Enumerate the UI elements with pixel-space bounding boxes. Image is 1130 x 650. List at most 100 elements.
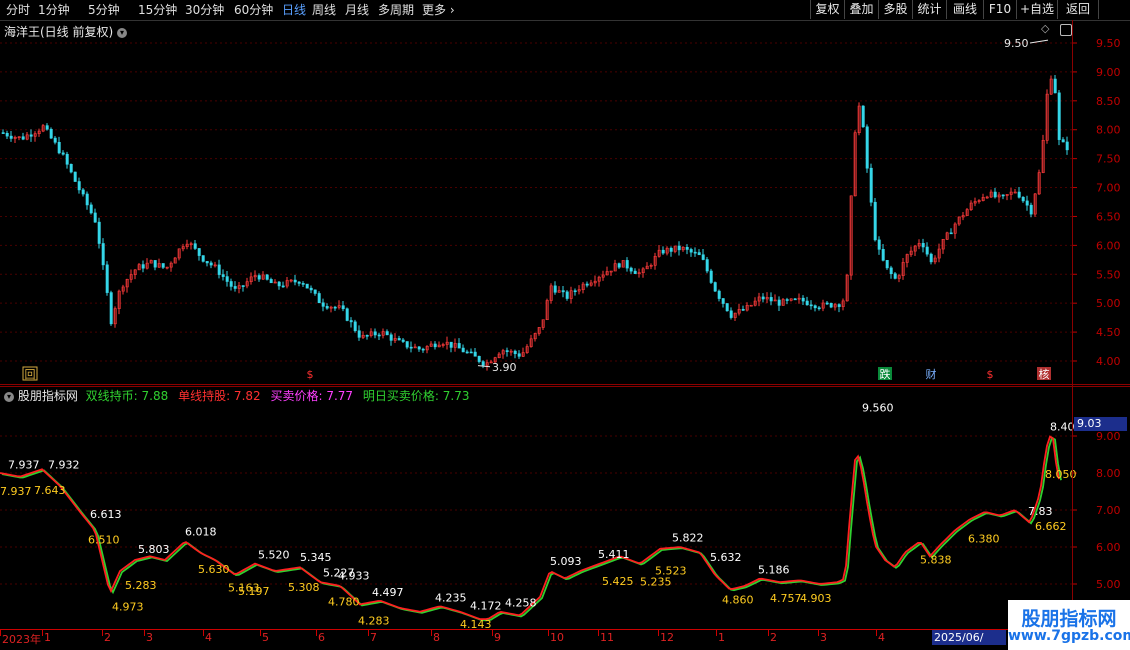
candle-body: [1061, 139, 1065, 143]
indicator-menu-icon[interactable]: ▾: [4, 391, 14, 402]
candle-body: [357, 330, 361, 338]
candle-body: [809, 304, 813, 307]
back-button[interactable]: 返回: [1057, 0, 1098, 19]
signal-label-white: 6.613: [90, 508, 122, 521]
tab-multi-period[interactable]: 多周期: [378, 2, 414, 18]
candle-body: [421, 348, 425, 351]
signal-label-yellow: 4.780: [328, 595, 360, 608]
kline-chart[interactable]: 9.50 9.00 8.50 8.00 7.50 7.00 6.50 6.00 5.50 5.00…: [0, 20, 1130, 650]
panel-divider: [0, 384, 1130, 385]
stats-button[interactable]: 统计: [912, 0, 946, 19]
candle-body: [713, 282, 717, 292]
candle-body: [721, 298, 725, 304]
multi-stock-button[interactable]: 多股: [878, 0, 912, 19]
x-tick-label: 9: [494, 631, 501, 644]
x-tick-label: 12: [660, 631, 674, 644]
candle-body: [225, 276, 229, 282]
peak-label: 9.560: [862, 401, 894, 414]
candle-body: [1053, 78, 1057, 94]
x-tick: [716, 630, 717, 636]
candle-body: [1065, 141, 1069, 151]
signal-label-yellow: 6.510: [88, 534, 120, 547]
low-price-label: 3.90: [492, 361, 517, 374]
dropdown-circle-icon[interactable]: ▾: [117, 27, 128, 38]
candle-body: [689, 249, 693, 253]
indicator-header: ▾ 股朋指标网 双线持币: 7.88 单线持股: 7.82 买卖价格: 7.77…: [4, 387, 469, 404]
tab-monthly[interactable]: 月线: [345, 2, 369, 18]
x-tick-label: 3: [820, 631, 827, 644]
candle-body: [481, 361, 485, 366]
candle-body: [385, 331, 389, 336]
signal-label-yellow: 5.523: [655, 564, 687, 577]
add-watchlist-button[interactable]: +自选: [1016, 0, 1057, 19]
f10-button[interactable]: F10: [983, 0, 1016, 19]
event-marker: $: [987, 368, 994, 381]
candle-body: [353, 321, 357, 332]
x-tick-label: 10: [550, 631, 564, 644]
candle-body: [221, 274, 225, 277]
candle-body: [141, 264, 145, 269]
signal-label-white: 6.018: [185, 525, 217, 538]
candle-body: [269, 279, 273, 284]
candle-body: [257, 275, 261, 280]
signal-label-white: 4.172: [470, 599, 502, 612]
candle-body: [73, 171, 77, 182]
signal-label-white: 4.497: [372, 586, 404, 599]
x-tick: [102, 630, 103, 636]
candle-body: [373, 331, 377, 336]
candle-body: [105, 264, 109, 293]
tab-1min[interactable]: 1分钟: [38, 2, 70, 18]
candle-body: [473, 351, 477, 357]
tab-weekly[interactable]: 周线: [312, 2, 336, 18]
candle-body: [729, 310, 733, 318]
candle-body: [153, 260, 157, 268]
ind-y-tick-label: 8.00: [1096, 467, 1121, 480]
tab-60min[interactable]: 60分钟: [234, 2, 273, 18]
tab-fenshi[interactable]: 分时: [6, 2, 30, 18]
tab-15min[interactable]: 15分钟: [138, 2, 177, 18]
candle-body: [161, 263, 165, 268]
candle-body: [277, 281, 281, 287]
candle-body: [829, 302, 833, 308]
tab-daily[interactable]: 日线: [282, 2, 306, 18]
tab-5min[interactable]: 5分钟: [88, 2, 120, 18]
candle-body: [281, 285, 285, 288]
y-tick-label: 5.00: [1096, 297, 1121, 310]
x-tick: [368, 630, 369, 636]
candle-body: [1017, 191, 1021, 198]
candle-body: [205, 261, 209, 264]
signal-label-white: 4.258: [505, 597, 537, 610]
signal-label-yellow: 5.283: [125, 579, 157, 592]
event-marker: 跌: [880, 367, 891, 381]
signal-label-yellow: 5.308: [288, 581, 320, 594]
candle-body: [349, 320, 353, 323]
candle-body: [837, 304, 841, 307]
signal-label-white: 5.186: [758, 563, 790, 576]
minimize-button[interactable]: [1098, 0, 1130, 19]
event-marker: 财: [926, 367, 937, 381]
candle-body: [209, 262, 213, 266]
diamond-icon[interactable]: ◇: [1041, 22, 1049, 35]
candle-body: [5, 132, 9, 137]
tab-more-label: 更多: [422, 3, 447, 17]
tab-more[interactable]: 更多 ›: [422, 2, 455, 18]
x-tick-label: 7: [370, 631, 377, 644]
panel-layout-icon[interactable]: [1060, 24, 1072, 36]
candle-body: [325, 306, 329, 309]
candle-body: [93, 212, 97, 223]
overlay-button[interactable]: 叠加: [844, 0, 878, 19]
x-tick-label: 11: [600, 631, 614, 644]
signal-label-yellow: 5.838: [920, 553, 952, 566]
x-tick-label: 3: [146, 631, 153, 644]
candle-body: [89, 204, 93, 214]
legend-shuangxian: 双线持币: 7.88: [85, 389, 169, 403]
tab-30min[interactable]: 30分钟: [185, 2, 224, 18]
fuquan-button[interactable]: 复权: [810, 0, 844, 19]
candle-body: [389, 334, 393, 341]
y-tick-label: 8.50: [1096, 95, 1121, 108]
signal-label-yellow: 5.235: [640, 576, 672, 589]
signal-label-white: 7.83: [1028, 505, 1053, 518]
candle-body: [1057, 92, 1061, 140]
candle-body: [881, 249, 885, 261]
draw-line-button[interactable]: 画线: [946, 0, 983, 19]
